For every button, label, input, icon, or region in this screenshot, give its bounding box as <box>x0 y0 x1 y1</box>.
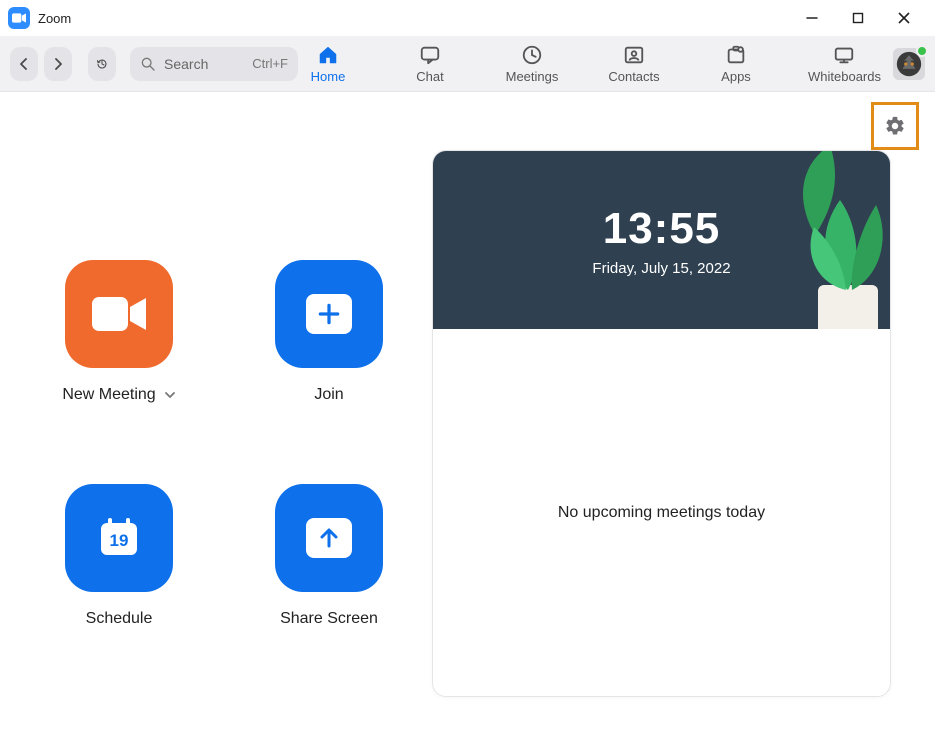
tab-label: Chat <box>416 69 443 84</box>
history-button[interactable] <box>88 47 116 81</box>
window-maximize-button[interactable] <box>835 0 881 36</box>
zoom-logo <box>8 7 30 29</box>
plant-decoration-icon <box>790 175 890 329</box>
presence-indicator <box>916 45 928 57</box>
apps-icon <box>725 44 747 66</box>
meetings-card: 13:55 Friday, July 15, 2022 No upcoming … <box>432 150 891 697</box>
clock-hero: 13:55 Friday, July 15, 2022 <box>433 151 890 329</box>
tab-label: Whiteboards <box>808 69 881 84</box>
search-placeholder: Search <box>164 56 208 72</box>
settings-button[interactable] <box>871 102 919 150</box>
tab-label: Apps <box>721 69 751 84</box>
window-title: Zoom <box>38 11 71 26</box>
new-meeting-button[interactable] <box>65 260 173 368</box>
tab-label: Home <box>311 69 346 84</box>
profile-avatar[interactable] <box>893 48 925 80</box>
tab-contacts[interactable]: Contacts <box>604 36 664 92</box>
chevron-down-icon[interactable] <box>164 389 176 401</box>
share-screen-label: Share Screen <box>280 610 378 628</box>
tab-apps[interactable]: Apps <box>706 36 766 92</box>
svg-text:19: 19 <box>110 531 129 550</box>
new-meeting-label: New Meeting <box>62 386 155 404</box>
tab-home[interactable]: Home <box>298 36 358 92</box>
tab-chat[interactable]: Chat <box>400 36 460 92</box>
no-meetings-text: No upcoming meetings today <box>558 504 765 522</box>
nav-forward-button[interactable] <box>44 47 72 81</box>
clock-icon <box>521 44 543 66</box>
tab-label: Meetings <box>506 69 559 84</box>
clock-date: Friday, July 15, 2022 <box>592 260 730 277</box>
join-label: Join <box>314 386 343 404</box>
window-close-button[interactable] <box>881 0 927 36</box>
join-button[interactable] <box>275 260 383 368</box>
search-input[interactable]: Search Ctrl+F <box>130 47 298 81</box>
tab-whiteboards[interactable]: Whiteboards <box>808 36 881 92</box>
arrow-up-icon <box>317 526 341 550</box>
calendar-icon: 19 <box>94 513 144 563</box>
window-minimize-button[interactable] <box>789 0 835 36</box>
video-icon <box>92 295 146 333</box>
gear-icon <box>884 115 906 137</box>
plus-icon <box>316 301 342 327</box>
top-tabs: Home Chat Meetings Contacts Apps <box>298 36 881 92</box>
contacts-icon <box>623 44 645 66</box>
search-shortcut: Ctrl+F <box>252 56 288 71</box>
whiteboard-icon <box>833 44 855 66</box>
schedule-button[interactable]: 19 <box>65 484 173 592</box>
nav-back-button[interactable] <box>10 47 38 81</box>
main-content: New Meeting Join <box>0 150 935 737</box>
tab-label: Contacts <box>608 69 659 84</box>
main-toolbar: Search Ctrl+F Home Chat Meetings Conta <box>0 36 935 92</box>
search-icon <box>140 56 156 72</box>
schedule-label: Schedule <box>86 610 153 628</box>
share-screen-button[interactable] <box>275 484 383 592</box>
home-icon <box>317 44 339 66</box>
tab-meetings[interactable]: Meetings <box>502 36 562 92</box>
chat-icon <box>419 44 441 66</box>
window-titlebar: Zoom <box>0 0 935 36</box>
clock-time: 13:55 <box>603 204 721 254</box>
